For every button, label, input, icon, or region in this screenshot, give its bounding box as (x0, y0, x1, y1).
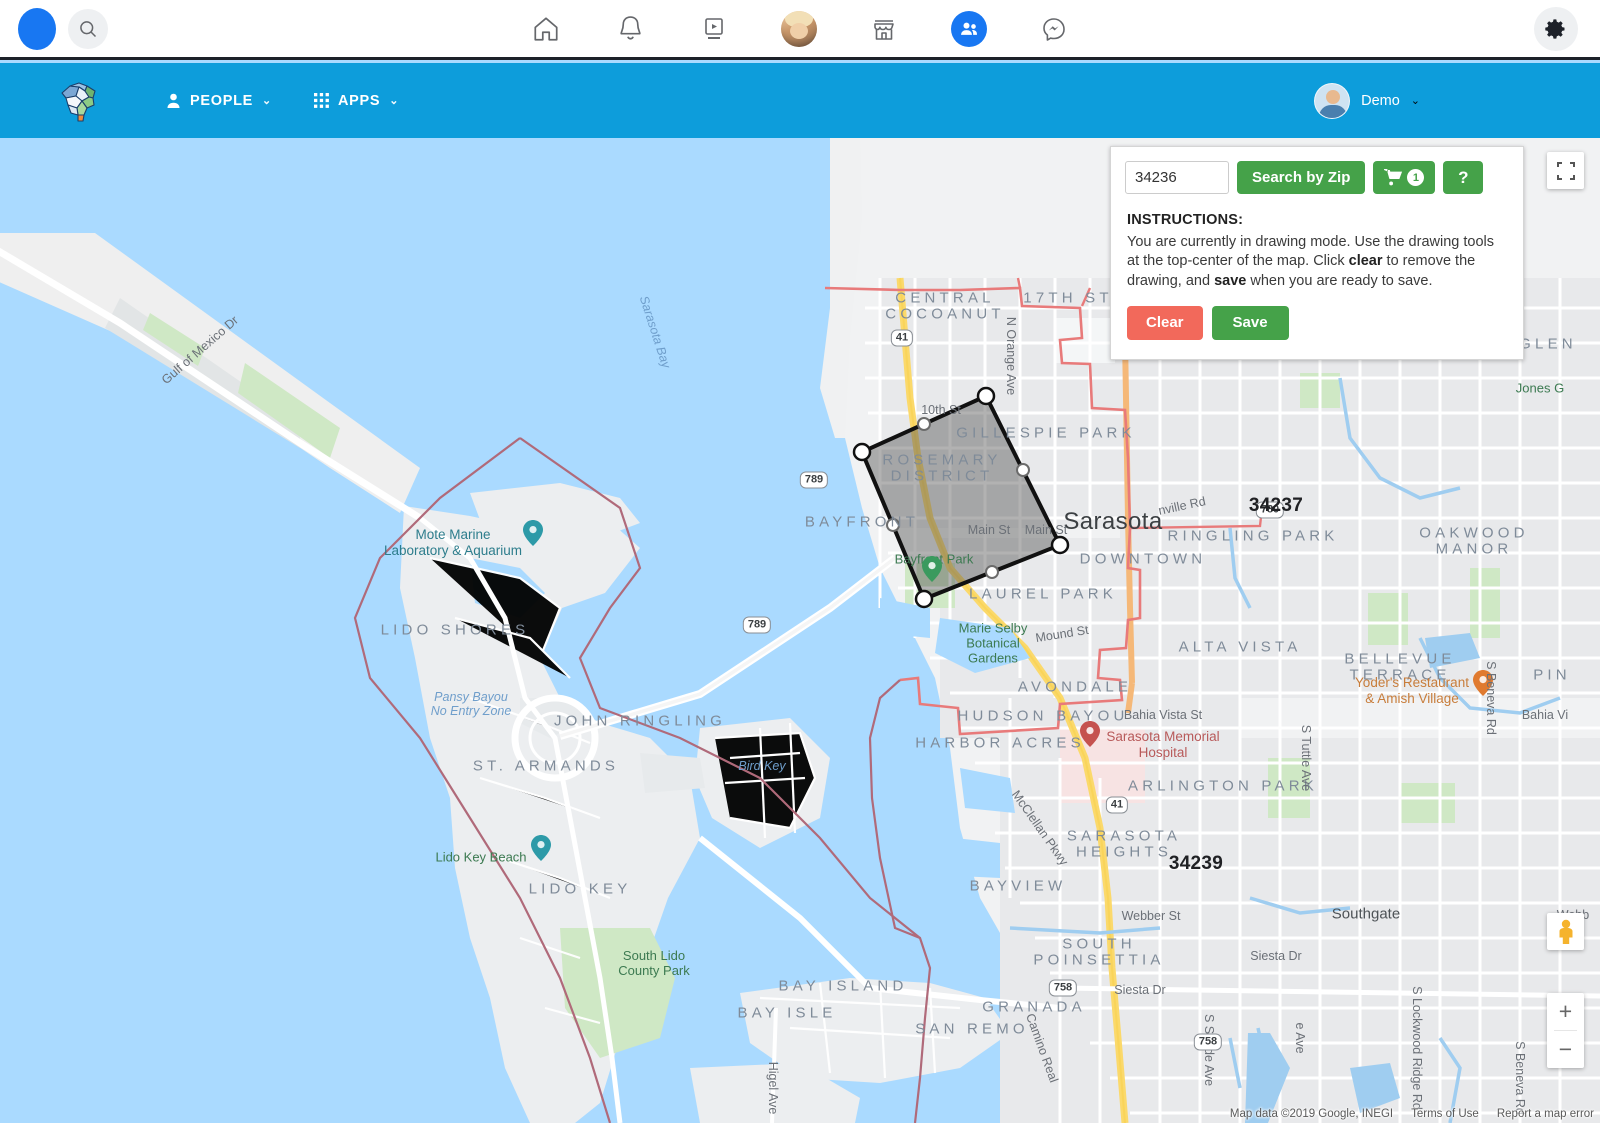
chevron-down-icon: ⌄ (389, 94, 399, 107)
map-data-credit: Map data ©2019 Google, INEGI (1230, 1108, 1393, 1120)
home-icon[interactable] (529, 12, 563, 46)
cart-icon (1384, 169, 1403, 186)
zoom-controls[interactable]: + − (1547, 993, 1584, 1068)
user-name-label: Demo (1361, 93, 1400, 109)
polygon-midpoint-handle[interactable] (986, 566, 998, 578)
user-menu[interactable]: Demo ⌄ (1314, 83, 1420, 119)
panel-action-buttons: Clear Save (1111, 291, 1523, 340)
nav-item-apps[interactable]: APPS ⌄ (314, 93, 399, 109)
route-shield-icon: 758 (1049, 980, 1077, 997)
polygon-vertex-handle[interactable] (978, 388, 994, 404)
zoom-in-button[interactable]: + (1547, 993, 1584, 1030)
nav-item-people[interactable]: PEOPLE ⌄ (166, 93, 272, 109)
polygon-midpoint-handle[interactable] (1017, 464, 1029, 476)
search-icon[interactable] (68, 9, 108, 49)
zip-search-row: Search by Zip 1 ? (1111, 147, 1523, 194)
fullscreen-icon[interactable] (1547, 152, 1584, 189)
route-shield-icon: 780 (1256, 502, 1284, 519)
gear-icon[interactable] (1534, 7, 1578, 51)
help-button[interactable]: ? (1443, 161, 1483, 194)
nav-label-people: PEOPLE (190, 93, 253, 109)
terms-of-use-link[interactable]: Terms of Use (1411, 1108, 1479, 1120)
instructions-bold-clear: clear (1349, 253, 1383, 269)
chevron-down-icon: ⌄ (262, 94, 272, 107)
clear-button[interactable]: Clear (1127, 306, 1203, 340)
drawing-tool-panel: Search by Zip 1 ? INSTRUCTIONS: You are … (1110, 146, 1524, 360)
route-shield-icon: 789 (800, 472, 828, 489)
user-avatar (1314, 83, 1350, 119)
route-shield-icon: 41 (1106, 797, 1128, 814)
facebook-top-bar (0, 0, 1600, 60)
cart-count-badge: 1 (1407, 169, 1424, 186)
instructions-part-3: when you are ready to save. (1246, 273, 1432, 289)
pegman-icon[interactable] (1547, 913, 1584, 950)
polygon-midpoint-handle[interactable] (918, 418, 930, 430)
polygon-vertex-handle[interactable] (854, 444, 870, 460)
route-shield-icon: 41 (891, 330, 913, 347)
search-by-zip-button[interactable]: Search by Zip (1237, 161, 1365, 194)
instructions-bold-save: save (1214, 273, 1246, 289)
nav-label-apps: APPS (338, 93, 380, 109)
instructions-section: INSTRUCTIONS: You are currently in drawi… (1111, 194, 1523, 291)
save-button[interactable]: Save (1212, 306, 1289, 340)
instructions-title: INSTRUCTIONS: (1127, 212, 1507, 228)
report-map-error-link[interactable]: Report a map error (1497, 1108, 1594, 1120)
facebook-nav-icons (529, 11, 1071, 47)
polygon-vertex-handle[interactable] (916, 591, 932, 607)
messenger-icon[interactable] (1037, 12, 1071, 46)
cart-button[interactable]: 1 (1373, 161, 1435, 194)
polygon-vertex-handle[interactable] (1052, 537, 1068, 553)
watch-icon[interactable] (697, 12, 731, 46)
zoom-out-button[interactable]: − (1547, 1031, 1584, 1068)
application-top-bar: PEOPLE ⌄ APPS ⌄ Demo ⌄ (0, 63, 1600, 138)
brain-map-logo-icon[interactable] (52, 77, 104, 125)
groups-icon[interactable] (951, 11, 987, 47)
route-shield-icon: 758 (1194, 1034, 1222, 1051)
marketplace-icon[interactable] (867, 12, 901, 46)
bell-icon[interactable] (613, 12, 647, 46)
chevron-down-icon: ⌄ (1411, 94, 1420, 107)
app-nav: PEOPLE ⌄ APPS ⌄ (166, 93, 399, 109)
profile-avatar[interactable] (781, 11, 817, 47)
map-attribution: Map data ©2019 Google, INEGI Terms of Us… (1230, 1108, 1594, 1120)
polygon-midpoint-handle[interactable] (887, 519, 899, 531)
instructions-text: You are currently in drawing mode. Use t… (1127, 233, 1507, 291)
facebook-logo-icon[interactable] (18, 8, 56, 50)
zip-search-input[interactable] (1125, 161, 1229, 194)
route-shield-icon: 789 (743, 617, 771, 634)
question-mark-icon: ? (1458, 168, 1468, 188)
